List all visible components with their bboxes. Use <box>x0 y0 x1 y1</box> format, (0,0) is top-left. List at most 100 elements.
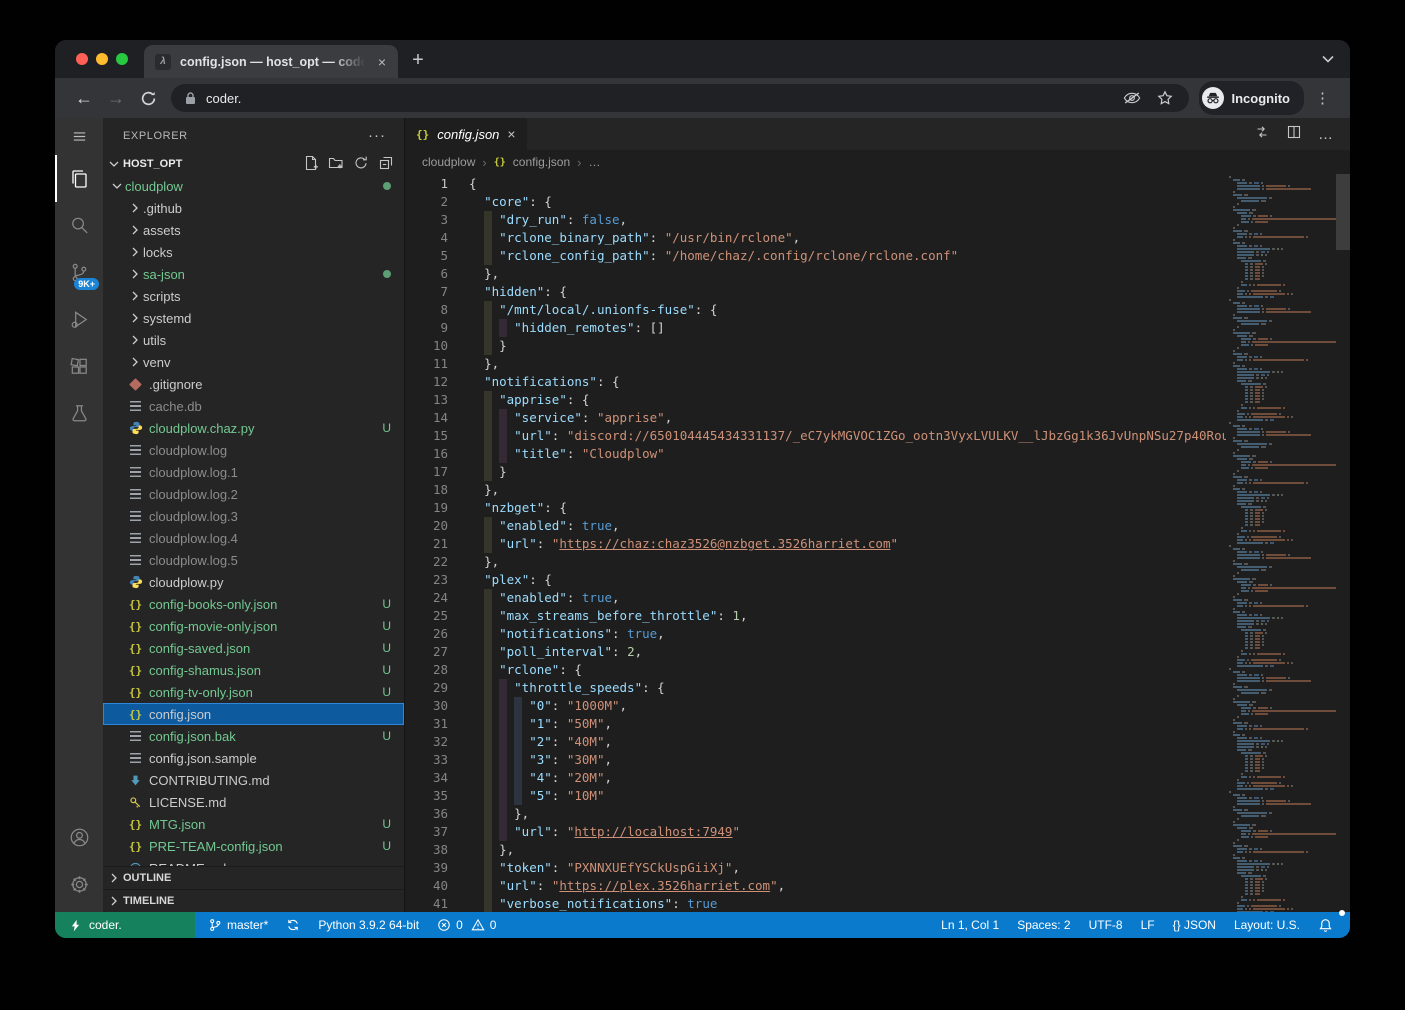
python-interpreter-status[interactable]: Python 3.9.2 64-bit <box>309 912 428 938</box>
tree-item-cloudplow.py[interactable]: cloudplow.py <box>103 571 404 593</box>
code-line-27: "poll_interval": 2, <box>469 643 1350 661</box>
tree-item-LICENSE.md[interactable]: LICENSE.md <box>103 791 404 813</box>
activitybar-search-icon[interactable] <box>55 202 103 249</box>
tree-item-config.json.sample[interactable]: config.json.sample <box>103 747 404 769</box>
editor-tab-config-json[interactable]: {} config.json × <box>405 118 527 150</box>
problems-status[interactable]: 0 0 <box>428 912 505 938</box>
file-name: LICENSE.md <box>149 795 391 810</box>
tab-close-icon[interactable]: × <box>374 54 390 70</box>
chevron-right-icon <box>127 266 143 282</box>
breadcrumb-item[interactable]: config.json <box>513 155 570 169</box>
tree-item-.gitignore[interactable]: .gitignore <box>103 373 404 395</box>
activitybar-extensions-icon[interactable] <box>55 343 103 390</box>
tree-item-cloudplow.log.3[interactable]: cloudplow.log.3 <box>103 505 404 527</box>
close-tab-icon[interactable]: × <box>507 126 515 142</box>
tree-item-config.json.bak[interactable]: config.json.bakU <box>103 725 404 747</box>
tree-item-cloudplow.log.1[interactable]: cloudplow.log.1 <box>103 461 404 483</box>
tree-item-cloudplow.chaz.py[interactable]: cloudplow.chaz.pyU <box>103 417 404 439</box>
breadcrumb-item[interactable]: … <box>588 155 600 169</box>
forward-button[interactable]: → <box>101 83 131 113</box>
file-name: cloudplow.log.3 <box>149 509 391 524</box>
tree-item-config-tv-only.json[interactable]: {}config-tv-only.jsonU <box>103 681 404 703</box>
tree-item-config-books-only.json[interactable]: {}config-books-only.jsonU <box>103 593 404 615</box>
back-button[interactable]: ← <box>69 83 99 113</box>
status-json[interactable]: {} JSON <box>1164 912 1225 938</box>
status-lf[interactable]: LF <box>1132 912 1164 938</box>
activitybar-settings-icon[interactable] <box>55 861 103 908</box>
new-folder-icon[interactable] <box>328 155 344 174</box>
new-tab-button[interactable]: + <box>404 46 432 74</box>
tree-item-CONTRIBUTING.md[interactable]: CONTRIBUTING.md <box>103 769 404 791</box>
tree-item-cloudplow.log.2[interactable]: cloudplow.log.2 <box>103 483 404 505</box>
split-editor-icon[interactable] <box>1286 124 1302 145</box>
tree-item-locks[interactable]: locks <box>103 241 404 263</box>
breadcrumb-item[interactable]: cloudplow <box>422 155 475 169</box>
activitybar-source-control-icon[interactable]: 9K+ <box>55 249 103 296</box>
browser-menu-icon[interactable]: ⋮ <box>1310 89 1336 107</box>
tree-item-config-shamus.json[interactable]: {}config-shamus.jsonU <box>103 659 404 681</box>
status-spaces-2[interactable]: Spaces: 2 <box>1008 912 1079 938</box>
tree-item-config.json[interactable]: {}config.json <box>103 703 404 725</box>
git-status-dot <box>383 270 391 278</box>
tree-item-cloudplow.log[interactable]: cloudplow.log <box>103 439 404 461</box>
sync-status[interactable] <box>277 912 309 938</box>
tree-item-config-movie-only.json[interactable]: {}config-movie-only.jsonU <box>103 615 404 637</box>
vertical-scrollbar[interactable] <box>1336 174 1350 250</box>
workspace-section-header[interactable]: HOST_OPT <box>103 153 404 175</box>
activitybar-accounts-icon[interactable] <box>55 814 103 861</box>
tree-item-venv[interactable]: venv <box>103 351 404 373</box>
tree-item-PRE-TEAM-config.json[interactable]: {}PRE-TEAM-config.jsonU <box>103 835 404 857</box>
line-number: 11 <box>405 355 448 373</box>
zoom-window-button[interactable] <box>116 53 128 65</box>
git-branch-status[interactable]: master* <box>199 912 277 938</box>
tree-item-cloudplow[interactable]: cloudplow <box>103 175 404 197</box>
tree-item-.github[interactable]: .github <box>103 197 404 219</box>
close-window-button[interactable] <box>76 53 88 65</box>
activitybar-run-debug-icon[interactable] <box>55 296 103 343</box>
status-layout-u-s[interactable]: Layout: U.S. <box>1225 912 1309 938</box>
tree-item-cache.db[interactable]: cache.db <box>103 395 404 417</box>
tree-item-config-saved.json[interactable]: {}config-saved.jsonU <box>103 637 404 659</box>
refresh-icon[interactable] <box>353 155 369 174</box>
tree-item-systemd[interactable]: systemd <box>103 307 404 329</box>
new-file-icon[interactable] <box>303 155 319 174</box>
url-text[interactable]: coder. <box>206 91 1111 106</box>
editor-more-actions-icon[interactable]: … <box>1318 126 1334 143</box>
status-ln-1-col-1[interactable]: Ln 1, Col 1 <box>932 912 1008 938</box>
bookmark-star-icon[interactable] <box>1153 90 1177 106</box>
tree-item-scripts[interactable]: scripts <box>103 285 404 307</box>
reload-button[interactable] <box>133 83 163 113</box>
code-editor[interactable]: 1234567891011121314151617181920212223242… <box>405 174 1350 912</box>
activitybar-menu-icon[interactable] <box>55 118 103 155</box>
url-bar[interactable]: coder. <box>171 84 1189 112</box>
line-number: 30 <box>405 697 448 715</box>
remote-indicator[interactable]: coder. <box>55 912 195 938</box>
activitybar-explorer-icon[interactable] <box>55 155 103 202</box>
collapse-folders-icon[interactable] <box>378 155 394 174</box>
status-utf-8[interactable]: UTF-8 <box>1080 912 1132 938</box>
timeline-section[interactable]: TIMELINE <box>103 889 404 912</box>
open-changes-icon[interactable] <box>1254 124 1270 145</box>
minimap[interactable] <box>1226 174 1336 912</box>
tree-item-assets[interactable]: assets <box>103 219 404 241</box>
outline-section[interactable]: OUTLINE <box>103 866 404 889</box>
code-line-20: "enabled": true, <box>469 517 1350 535</box>
tree-item-cloudplow.log.4[interactable]: cloudplow.log.4 <box>103 527 404 549</box>
tree-item-README.md[interactable]: README.md <box>103 857 404 866</box>
explorer-more-actions-icon[interactable]: ··· <box>368 127 386 144</box>
activitybar-testing-icon[interactable] <box>55 390 103 437</box>
code-content[interactable]: { "core": { "dry_run": false, "rclone_bi… <box>469 174 1350 912</box>
tab-search-chevron-icon[interactable] <box>1322 50 1334 68</box>
minimize-window-button[interactable] <box>96 53 108 65</box>
list-file-icon <box>127 398 144 414</box>
tree-item-utils[interactable]: utils <box>103 329 404 351</box>
eye-hidden-icon[interactable] <box>1120 91 1144 105</box>
file-name: cloudplow.log <box>149 443 391 458</box>
git-file-icon <box>127 376 144 392</box>
notifications-bell-icon[interactable] <box>1309 912 1342 938</box>
code-line-40: "url": "https://plex.3526harriet.com", <box>469 877 1350 895</box>
browser-tab[interactable]: λ config.json — host_opt — code × <box>144 45 398 78</box>
tree-item-sa-json[interactable]: sa-json <box>103 263 404 285</box>
tree-item-MTG.json[interactable]: {}MTG.jsonU <box>103 813 404 835</box>
tree-item-cloudplow.log.5[interactable]: cloudplow.log.5 <box>103 549 404 571</box>
